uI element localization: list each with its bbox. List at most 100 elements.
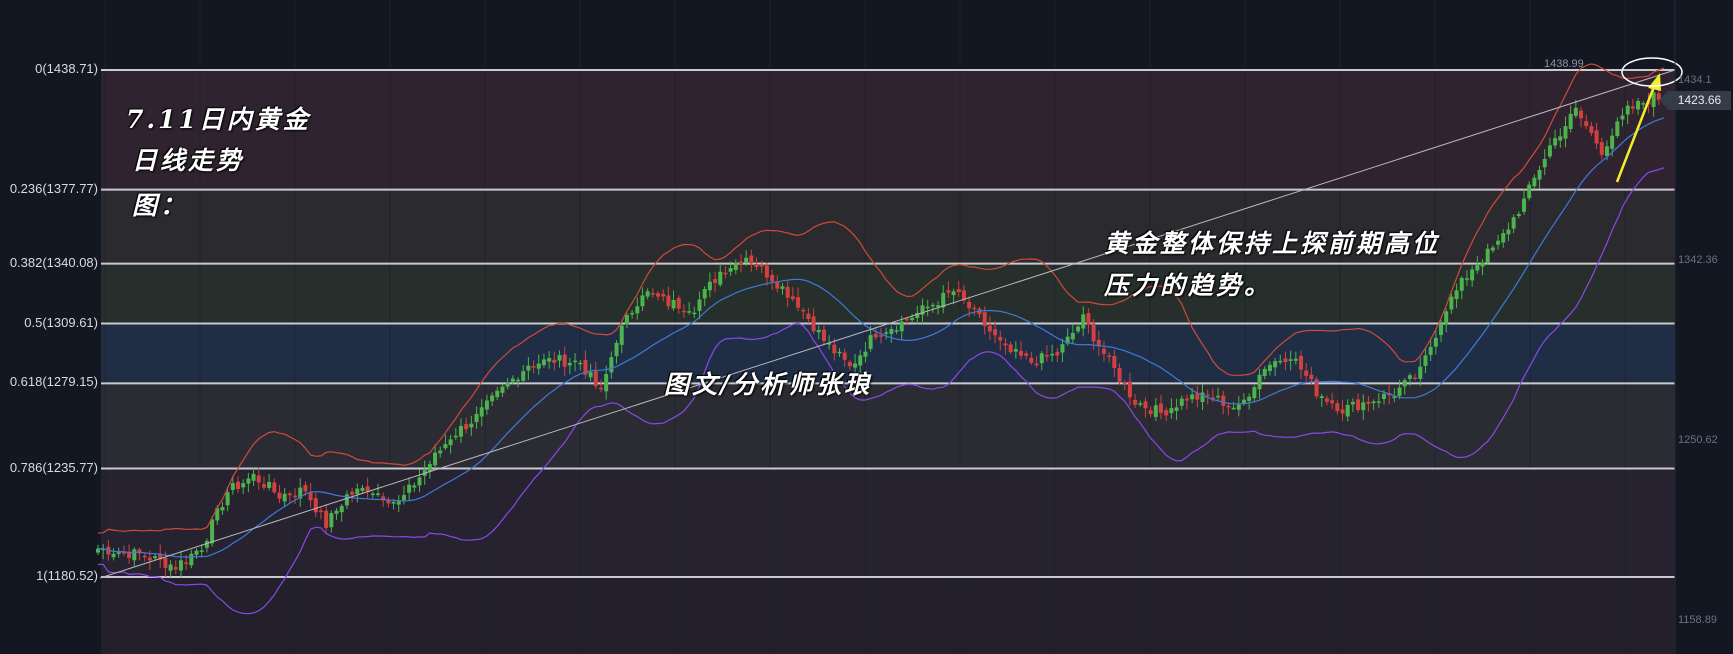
candle-body xyxy=(1579,110,1584,119)
candle-body xyxy=(1241,399,1246,404)
candle-body xyxy=(1361,402,1366,411)
candle-body xyxy=(1034,363,1039,366)
candle-body xyxy=(770,275,775,282)
candle-body xyxy=(1599,142,1604,155)
candle-body xyxy=(1464,278,1469,280)
candle-body xyxy=(1231,407,1236,410)
candle-body xyxy=(1309,374,1314,380)
candle-body xyxy=(510,378,515,382)
candle-body xyxy=(132,549,137,561)
y-axis-tick-1: 1434.1 xyxy=(1678,74,1712,86)
candle-body xyxy=(930,304,935,307)
candle-body xyxy=(448,439,453,446)
candle-body xyxy=(500,386,505,393)
candle-body xyxy=(1273,361,1278,368)
candle-body xyxy=(1335,403,1340,412)
candle-body xyxy=(754,263,759,268)
candle-body xyxy=(806,313,811,320)
candle-body xyxy=(925,306,930,309)
candle-body xyxy=(816,329,821,333)
candle-body xyxy=(370,493,375,496)
candle-body xyxy=(526,365,531,371)
candle-body xyxy=(1439,323,1444,336)
candle-body xyxy=(1179,398,1184,406)
candle-body xyxy=(272,482,277,493)
candle-body xyxy=(598,387,603,390)
candle-body xyxy=(764,265,769,278)
candle-body xyxy=(458,425,463,437)
candle-body xyxy=(350,491,355,495)
candle-body xyxy=(1371,401,1376,404)
candle-body xyxy=(723,272,728,275)
candle-body xyxy=(1184,398,1189,401)
candle-body xyxy=(1293,358,1298,361)
candle-body xyxy=(894,330,899,332)
candle-body xyxy=(702,288,707,299)
candle-body xyxy=(1589,126,1594,133)
candle-body xyxy=(1397,387,1402,396)
candle-body xyxy=(1319,396,1324,398)
candle-body xyxy=(344,494,349,506)
candle-body xyxy=(780,286,785,289)
candle-body xyxy=(1221,395,1226,406)
note-left-line1: 7.11日内黄金 xyxy=(126,105,311,134)
candle-body xyxy=(1480,262,1485,267)
candle-body xyxy=(562,354,567,367)
candle-body xyxy=(671,299,676,309)
fib-zone-2 xyxy=(101,263,1675,324)
candle-body xyxy=(1594,130,1599,144)
candle-body xyxy=(178,560,183,571)
candle-body xyxy=(1050,353,1055,356)
candle-body xyxy=(1117,368,1122,382)
candle-body xyxy=(1029,357,1034,363)
candle-body xyxy=(884,332,889,334)
fib-label-0.786: 0.786(1235.77) xyxy=(9,459,98,475)
candle-body xyxy=(1521,198,1526,212)
candle-body xyxy=(1625,105,1630,115)
candle-body xyxy=(873,333,878,338)
candle-body xyxy=(1470,269,1475,281)
candle-body xyxy=(707,281,712,291)
candle-body xyxy=(313,498,318,513)
candle-body xyxy=(427,464,432,472)
candle-body xyxy=(759,265,764,267)
candle-body xyxy=(1081,314,1086,329)
candle-body xyxy=(1449,296,1454,310)
candle-body xyxy=(1563,126,1568,139)
candle-body xyxy=(220,507,225,511)
candle-body xyxy=(1532,177,1537,187)
candle-body xyxy=(785,286,790,298)
candle-body xyxy=(650,293,655,295)
candle-body xyxy=(184,562,189,564)
candle-body xyxy=(464,424,469,430)
candle-body xyxy=(256,475,261,483)
candle-body xyxy=(433,452,438,466)
candle-body xyxy=(1127,381,1132,398)
candle-body xyxy=(521,371,526,381)
last-price-tag: 1423.66 xyxy=(1659,91,1731,110)
candle-body xyxy=(194,550,199,555)
candle-body xyxy=(1573,107,1578,116)
y-axis-tick-4: 1158.89 xyxy=(1678,614,1717,626)
candle-body xyxy=(1247,396,1252,402)
candle-body xyxy=(241,483,246,488)
candle-body xyxy=(1376,401,1381,403)
candle-body xyxy=(277,492,282,499)
candle-body xyxy=(744,257,749,263)
candle-body xyxy=(904,318,909,321)
candle-body xyxy=(1615,121,1620,137)
candle-body xyxy=(692,312,697,315)
candle-body xyxy=(614,342,619,357)
candle-body xyxy=(173,567,178,570)
candle-body xyxy=(738,261,743,265)
candle-body xyxy=(1164,410,1169,416)
candle-body xyxy=(697,299,702,311)
candle-body xyxy=(1288,359,1293,361)
candle-body xyxy=(718,271,723,285)
candle-body xyxy=(116,552,121,554)
candle-body xyxy=(967,301,972,309)
candle-body xyxy=(899,321,904,332)
candle-body xyxy=(728,268,733,272)
y-axis-tick-3: 1250.62 xyxy=(1678,434,1718,446)
candle-body xyxy=(324,510,329,529)
